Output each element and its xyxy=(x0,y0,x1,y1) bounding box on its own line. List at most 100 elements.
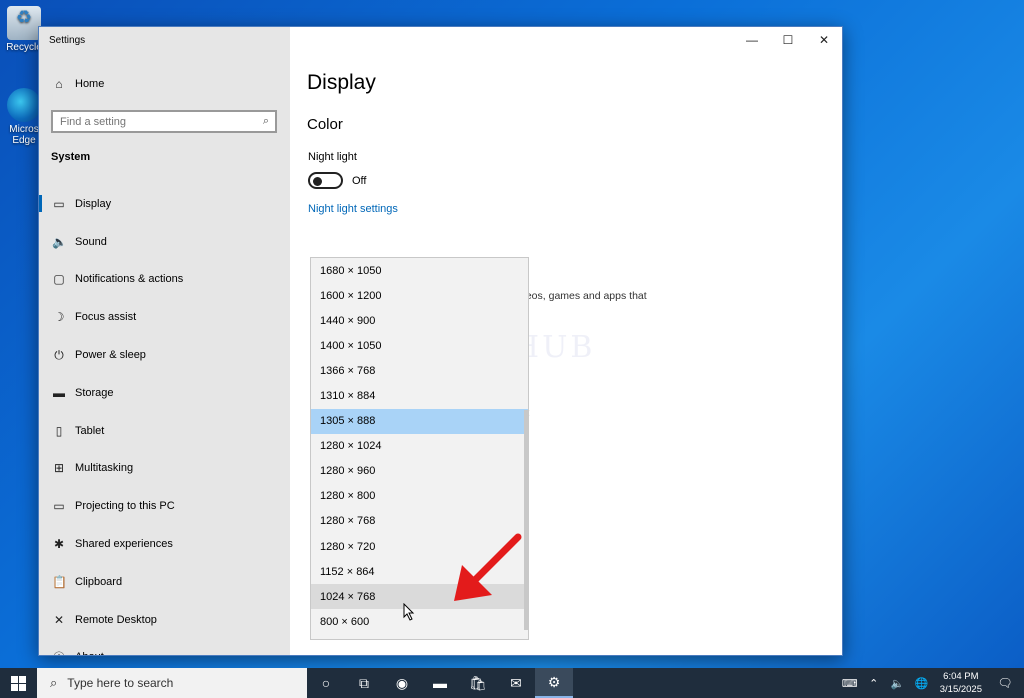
taskbar-apps: ○ ⧉ ◉ ▬ 🛍 ✉ ⚙ xyxy=(307,668,573,698)
multitask-icon: ⊞ xyxy=(53,461,65,476)
recycle-bin-icon xyxy=(7,6,41,40)
home-icon: ⌂ xyxy=(55,77,63,91)
sidebar-item-label: Remote Desktop xyxy=(75,613,157,626)
mail-icon[interactable]: ✉ xyxy=(497,668,535,698)
sidebar-item-notifications-actions[interactable]: ▢ Notifications & actions xyxy=(39,261,290,299)
resolution-option[interactable]: 1280 × 960 xyxy=(311,459,528,484)
project-icon: ▭ xyxy=(53,499,65,514)
clock-time: 6:04 PM xyxy=(943,671,979,682)
info-icon: ⓘ xyxy=(52,649,66,655)
minimize-button[interactable]: — xyxy=(734,27,770,53)
sidebar-item-power-sleep[interactable]: ⏻ Power & sleep xyxy=(39,336,290,374)
sidebar-item-label: Power & sleep xyxy=(75,349,146,362)
sidebar-item-multitasking[interactable]: ⊞ Multitasking xyxy=(39,450,290,488)
taskbar: ⌕ Type here to search ○ ⧉ ◉ ▬ 🛍 ✉ ⚙ ⌨ ⌃ 🔈 🌐 6:… xyxy=(0,668,1024,698)
resolution-option[interactable]: 1680 × 1050 xyxy=(311,258,528,283)
sidebar-item-label: About xyxy=(75,651,104,655)
night-light-label: Night light xyxy=(308,151,357,163)
sidebar-item-tablet[interactable]: ▯ Tablet xyxy=(39,412,290,450)
network-icon[interactable]: 🌐 xyxy=(913,677,931,690)
clock-date: 3/15/2025 xyxy=(939,684,982,695)
clipboard-icon: 📋 xyxy=(52,574,67,589)
sidebar-item-label: Clipboard xyxy=(75,575,123,588)
sidebar-item-label: Projecting to this PC xyxy=(75,500,175,513)
sidebar-item-storage[interactable]: ▬ Storage xyxy=(39,374,290,412)
sidebar-item-label: Storage xyxy=(75,386,114,399)
night-light-settings-link[interactable]: Night light settings xyxy=(308,203,398,215)
system-tray: ⌨ ⌃ 🔈 🌐 6:04 PM 3/15/2025 🗨 xyxy=(838,668,1024,698)
night-light-state: Off xyxy=(352,175,367,187)
edge-label: Micros Edge xyxy=(9,124,39,146)
settings-icon[interactable]: ⚙ xyxy=(535,668,573,698)
resolution-option[interactable]: 800 × 600 xyxy=(311,609,528,634)
recycle-bin-label: Recycle xyxy=(6,42,42,53)
search-icon: ⌕ xyxy=(50,675,58,690)
windows-logo-icon xyxy=(11,675,26,691)
sidebar-item-label: Shared experiences xyxy=(75,538,173,551)
keyboard-icon[interactable]: ⌨ xyxy=(841,677,859,690)
edge-icon xyxy=(7,88,41,122)
app-title: Settings xyxy=(49,35,86,46)
resolution-option[interactable]: 1400 × 1050 xyxy=(311,333,528,358)
window-controls: — ☐ ✕ xyxy=(734,27,842,53)
task-view-icon[interactable]: ⧉ xyxy=(345,668,383,698)
page-title: Display xyxy=(307,71,376,94)
maximize-button[interactable]: ☐ xyxy=(770,27,806,53)
sidebar-item-label: Focus assist xyxy=(75,311,137,324)
store-icon[interactable]: 🛍 xyxy=(459,668,497,698)
notifications-icon[interactable]: 🗨 xyxy=(992,676,1018,690)
start-button[interactable] xyxy=(0,668,37,698)
moon-icon: ☽ xyxy=(53,310,65,325)
resolution-option[interactable]: 1440 × 900 xyxy=(311,308,528,333)
volume-icon[interactable]: 🔈 xyxy=(889,677,907,690)
sidebar-item-focus-assist[interactable]: ☽ Focus assist xyxy=(39,298,290,336)
sidebar-item-label: Display xyxy=(75,197,112,210)
obscured-description: deos, games and apps that xyxy=(520,290,647,302)
taskbar-search-box[interactable]: ⌕ Type here to search xyxy=(37,668,307,698)
sidebar-item-label: Notifications & actions xyxy=(75,273,184,286)
sidebar-item-label: Sound xyxy=(75,235,107,248)
mouse-cursor-icon xyxy=(403,603,415,621)
content-pane: — ☐ ✕ Display Color Night light Off Nigh… xyxy=(290,27,842,655)
sidebar-home[interactable]: ⌂ Home xyxy=(39,74,290,94)
chevron-up-icon[interactable]: ⌃ xyxy=(865,677,883,690)
night-light-toggle[interactable] xyxy=(308,172,343,189)
resolution-option[interactable]: 1366 × 768 xyxy=(311,358,528,383)
speaker-icon: 🔈 xyxy=(52,234,67,249)
file-explorer-icon[interactable]: ▬ xyxy=(421,668,459,698)
monitor-icon: ▭ xyxy=(53,196,65,211)
sidebar-item-label: Multitasking xyxy=(75,462,134,475)
close-button[interactable]: ✕ xyxy=(806,27,842,53)
resolution-option[interactable]: 1280 × 1024 xyxy=(311,434,528,459)
section-title: Color xyxy=(307,116,343,133)
message-icon: ▢ xyxy=(53,272,65,287)
sidebar: Settings ⌂ Home ⌕ System ▭ Display 🔈 Sound ▢… xyxy=(39,27,290,655)
home-label: Home xyxy=(75,78,105,90)
sidebar-item-display[interactable]: ▭ Display xyxy=(39,185,290,223)
red-arrow-annotation xyxy=(454,533,522,601)
sidebar-item-sound[interactable]: 🔈 Sound xyxy=(39,223,290,261)
sidebar-item-projecting-to-this-pc[interactable]: ▭ Projecting to this PC xyxy=(39,487,290,525)
edge-icon[interactable]: ◉ xyxy=(383,668,421,698)
find-setting-search[interactable]: ⌕ xyxy=(51,110,277,133)
remote-icon: ✕ xyxy=(53,612,65,627)
taskbar-search-placeholder: Type here to search xyxy=(67,676,174,690)
tablet-icon: ▯ xyxy=(55,423,63,438)
sidebar-item-shared-experiences[interactable]: ✱ Shared experiences xyxy=(39,525,290,563)
sidebar-item-about[interactable]: ⓘ About xyxy=(39,639,290,655)
sidebar-item-clipboard[interactable]: 📋 Clipboard xyxy=(39,563,290,601)
resolution-option[interactable]: 1600 × 1200 xyxy=(311,283,528,308)
search-input[interactable] xyxy=(60,115,250,128)
sidebar-nav: ▭ Display 🔈 Sound ▢ Notifications & actions ☽ F… xyxy=(39,185,290,655)
share-icon: ✱ xyxy=(53,537,65,552)
resolution-option[interactable]: 1310 × 884 xyxy=(311,383,528,408)
power-icon: ⏻ xyxy=(54,347,64,362)
cortana-icon[interactable]: ○ xyxy=(307,668,345,698)
clock[interactable]: 6:04 PM 3/15/2025 xyxy=(940,670,982,696)
search-icon: ⌕ xyxy=(262,115,269,127)
resolution-option[interactable]: 1305 × 888 xyxy=(311,408,528,434)
sidebar-item-remote-desktop[interactable]: ✕ Remote Desktop xyxy=(39,601,290,639)
group-title: System xyxy=(51,151,91,163)
sidebar-item-label: Tablet xyxy=(75,424,105,437)
storage-icon: ▬ xyxy=(53,385,65,400)
